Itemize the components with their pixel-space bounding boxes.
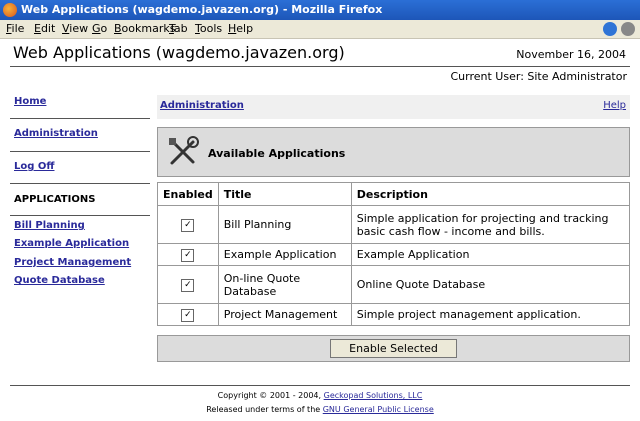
company-link[interactable]: Geckopad Solutions, LLC <box>324 391 423 400</box>
app-description: Simple project management application. <box>350 303 631 326</box>
applications-heading: APPLICATIONS <box>14 194 96 205</box>
app-title: Example Application <box>217 243 352 266</box>
nav-logoff-link[interactable]: Log Off <box>14 161 54 172</box>
table-row: ✓ Example Application Example Applicatio… <box>157 243 631 266</box>
header-divider <box>10 66 630 67</box>
menu-view[interactable]: View <box>62 22 88 35</box>
breadcrumb-bar: Administration Help <box>157 95 630 119</box>
help-link[interactable]: Help <box>603 100 626 111</box>
col-title: Title <box>217 182 352 206</box>
tools-icon <box>169 136 199 165</box>
nav-app-quote-database[interactable]: Quote Database <box>14 275 105 286</box>
table-row: ✓ Bill Planning Simple application for p… <box>157 205 631 244</box>
table-row: ✓ Project Management Simple project mana… <box>157 303 631 326</box>
page-date: November 16, 2004 <box>516 48 626 61</box>
enable-checkbox[interactable]: ✓ <box>181 249 195 262</box>
enable-checkbox[interactable]: ✓ <box>181 279 195 292</box>
menu-bar: File Edit View Go Bookmarks Tab Tools He… <box>0 20 640 39</box>
app-description: Online Quote Database <box>350 265 631 304</box>
site-title: Web Applications (wagdemo.javazen.org) <box>13 43 345 62</box>
app-title: On-line Quote Database <box>217 265 352 304</box>
gear-icon[interactable] <box>621 22 635 36</box>
app-title: Bill Planning <box>217 205 352 244</box>
app-description: Simple application for projecting and tr… <box>350 205 631 244</box>
col-enabled: Enabled <box>157 182 219 206</box>
section-title: Available Applications <box>208 147 346 160</box>
nav-divider <box>10 151 150 152</box>
col-description: Description <box>350 182 631 206</box>
enable-selected-button[interactable]: Enable Selected <box>330 339 457 358</box>
app-title: Project Management <box>217 303 352 326</box>
enable-checkbox[interactable]: ✓ <box>181 219 195 232</box>
nav-administration-link[interactable]: Administration <box>14 128 98 139</box>
menu-go[interactable]: Go <box>92 22 107 35</box>
nav-divider <box>10 215 150 216</box>
nav-divider <box>10 118 150 119</box>
action-bar: Enable Selected <box>157 335 630 362</box>
footer-divider <box>10 385 630 386</box>
table-row: ✓ On-line Quote Database Online Quote Da… <box>157 265 631 304</box>
current-user: Current User: Site Administrator <box>450 70 628 83</box>
nav-app-bill-planning[interactable]: Bill Planning <box>14 220 85 231</box>
nav-home-link[interactable]: Home <box>14 96 46 107</box>
copyright-text: Copyright © 2001 - 2004, <box>217 391 322 400</box>
nav-app-project-management[interactable]: Project Management <box>14 257 131 268</box>
back-arrow-icon[interactable] <box>603 22 617 36</box>
menu-bookmarks[interactable]: Bookmarks <box>114 22 175 35</box>
menu-help[interactable]: Help <box>228 22 253 35</box>
footer: Copyright © 2001 - 2004, Geckopad Soluti… <box>0 389 640 417</box>
enable-checkbox[interactable]: ✓ <box>181 309 195 322</box>
firefox-icon <box>3 3 17 17</box>
menu-tools[interactable]: Tools <box>195 22 222 35</box>
section-header: Available Applications <box>157 127 630 177</box>
app-description: Example Application <box>350 243 631 266</box>
menu-file[interactable]: File <box>6 22 24 35</box>
applications-table: Enabled Title Description ✓ Bill Plannin… <box>157 182 631 326</box>
window-titlebar: Web Applications (wagdemo.javazen.org) -… <box>0 0 640 20</box>
nav-divider <box>10 183 150 184</box>
breadcrumb-administration-link[interactable]: Administration <box>160 100 244 111</box>
window-title: Web Applications (wagdemo.javazen.org) -… <box>21 3 383 16</box>
license-text: Released under terms of the <box>206 405 321 414</box>
nav-app-example[interactable]: Example Application <box>14 238 129 249</box>
menu-tab[interactable]: Tab <box>169 22 188 35</box>
menu-edit[interactable]: Edit <box>34 22 55 35</box>
license-link[interactable]: GNU General Public License <box>323 405 434 414</box>
